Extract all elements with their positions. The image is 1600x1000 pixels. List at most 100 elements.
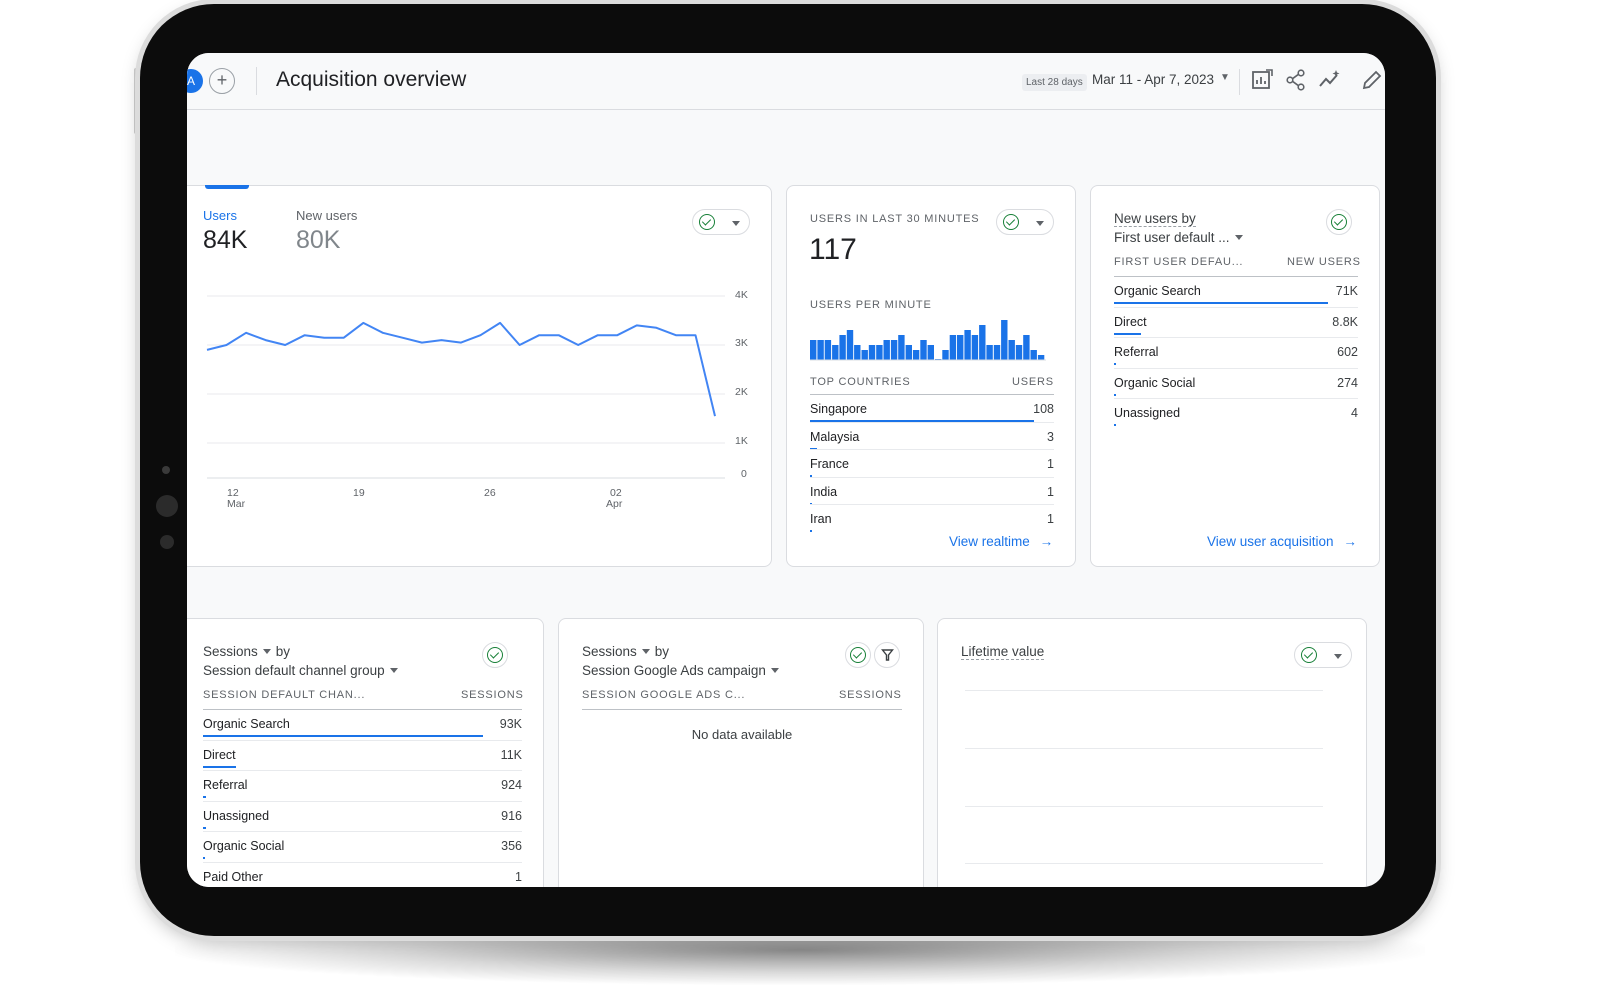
table-row-label[interactable]: Singapore <box>810 402 867 416</box>
lifetime-value-title: Lifetime value <box>961 644 1045 660</box>
row-share-bar <box>1114 363 1117 365</box>
camera-lens <box>156 495 178 517</box>
view-realtime-link[interactable]: View realtime → <box>949 534 1053 549</box>
metric-label: Sessions <box>582 644 637 659</box>
row-divider <box>810 504 1054 506</box>
date-preset-badge[interactable]: Last 28 days <box>1022 74 1087 91</box>
row-share-bar <box>203 857 205 859</box>
row-share-bar <box>1114 393 1116 396</box>
card-title[interactable]: Lifetime value <box>961 644 1045 660</box>
x-tick-label: 26 <box>484 487 496 499</box>
minute-bar <box>1023 335 1030 360</box>
minute-bar <box>817 340 824 360</box>
dimension-selector[interactable]: First user default ... <box>1114 230 1248 245</box>
card-status-indicator[interactable] <box>482 642 508 668</box>
date-range-picker[interactable]: Mar 11 - Apr 7, 2023 <box>1092 72 1214 87</box>
table-header-divider <box>582 709 902 710</box>
table-row-label[interactable]: India <box>810 485 837 499</box>
customize-report-icon[interactable] <box>1249 67 1275 93</box>
row-divider <box>203 709 522 710</box>
chevron-down-icon <box>641 648 650 654</box>
filter-button[interactable] <box>874 642 900 668</box>
table-row-label[interactable]: Unassigned <box>1114 406 1180 420</box>
sessions-by-channel-card: Sessions by Session default channel group… <box>187 618 544 887</box>
table-row-value: 924 <box>501 778 522 792</box>
users-series-line <box>206 321 716 417</box>
power-button <box>305 0 361 3</box>
table-row-value: 1 <box>1047 457 1054 472</box>
table-row-label[interactable]: Iran <box>810 512 832 526</box>
minute-bar <box>883 340 890 360</box>
table-row-label[interactable]: Referral <box>203 778 247 792</box>
share-icon[interactable] <box>1283 67 1309 93</box>
realtime-card: USERS IN LAST 30 MINUTES 117 USERS PER M… <box>786 185 1076 567</box>
table-row-label[interactable]: Organic Social <box>1114 376 1195 390</box>
minute-bar <box>912 350 920 360</box>
check-circle-icon <box>487 647 503 663</box>
table-header-dimension: FIRST USER DEFAU... <box>1114 256 1244 268</box>
by-label: by <box>275 644 291 659</box>
dimension-selector[interactable]: Session Google Ads campaign <box>582 663 784 678</box>
app-screen: A + Acquisition overview Last 28 days Ma… <box>187 53 1385 887</box>
table-row-value: 916 <box>501 808 522 823</box>
check-circle-icon <box>1331 214 1347 230</box>
empty-state-message: No data available <box>691 727 793 742</box>
users-line-chart <box>206 295 725 479</box>
table-row-label[interactable]: Direct <box>1114 315 1147 329</box>
new-users-value: 80K <box>296 226 341 254</box>
minute-bar <box>839 335 846 360</box>
card-status-menu[interactable] <box>1294 642 1352 668</box>
card-status-indicator[interactable] <box>845 642 871 668</box>
table-row-label[interactable]: Direct <box>203 748 236 762</box>
dimension-selector[interactable]: Session default channel group <box>203 663 403 678</box>
view-realtime-label: View realtime <box>949 534 1030 549</box>
row-divider <box>203 800 522 802</box>
card-status-menu[interactable] <box>692 209 750 235</box>
tab-users-label[interactable]: Users <box>203 208 237 223</box>
x-tick-label: 19 <box>353 487 365 499</box>
card-status-menu[interactable] <box>996 209 1054 235</box>
gridline <box>965 748 1323 749</box>
y-tick-label: 1K <box>735 435 748 447</box>
dimension-label: Session Google Ads campaign <box>582 663 766 678</box>
users-overview-card: Users 84K New users 80K 12 Mar 19 26 02 … <box>187 185 772 567</box>
table-row-label[interactable]: Paid Other <box>203 870 263 884</box>
chevron-down-icon[interactable]: ▼ <box>1220 72 1230 83</box>
add-comparison-button[interactable]: + <box>209 68 235 94</box>
table-row-value: 71K <box>1335 284 1358 298</box>
chevron-down-icon <box>1234 234 1243 240</box>
table-row-value: 602 <box>1337 345 1358 359</box>
metric-selector[interactable]: Sessions by <box>203 644 290 659</box>
table-row-label[interactable]: Organic Social <box>203 839 284 853</box>
table-row-label[interactable]: Malaysia <box>810 430 859 444</box>
filter-icon <box>881 649 894 661</box>
table-row-label[interactable]: Organic Search <box>1114 284 1201 298</box>
row-share-bar <box>203 765 237 768</box>
table-row-label[interactable]: Referral <box>1114 345 1158 359</box>
row-divider <box>1114 398 1358 399</box>
metric-selector[interactable]: Sessions by <box>582 644 669 659</box>
minute-bar <box>905 345 912 360</box>
view-user-acquisition-link[interactable]: View user acquisition → <box>1207 534 1357 549</box>
insights-icon[interactable] <box>1317 67 1343 93</box>
tab-new-users-label[interactable]: New users <box>296 208 357 223</box>
avatar[interactable]: A <box>187 69 203 93</box>
gridline <box>965 863 1323 864</box>
sessions-by-ads-campaign-card: Sessions by Session Google Ads campaign S… <box>558 618 924 887</box>
realtime-value: 117 <box>809 233 857 266</box>
minute-bar <box>898 335 905 360</box>
row-divider <box>1114 306 1358 308</box>
gridline <box>965 690 1323 691</box>
minute-bar <box>971 335 979 360</box>
table-row-label[interactable]: Unassigned <box>203 809 269 823</box>
active-tab-indicator <box>205 185 249 189</box>
table-row-label[interactable]: Organic Search <box>203 717 290 731</box>
chevron-down-icon <box>262 648 271 654</box>
table-row-value: 1 <box>1047 484 1054 499</box>
card-status-indicator[interactable] <box>1326 209 1352 235</box>
table-row-label[interactable]: France <box>810 457 849 471</box>
table-row-value: 274 <box>1337 375 1358 390</box>
edit-icon[interactable] <box>1359 67 1385 93</box>
header-divider-2 <box>1239 69 1240 95</box>
table-header-dimension: TOP COUNTRIES <box>810 376 911 388</box>
